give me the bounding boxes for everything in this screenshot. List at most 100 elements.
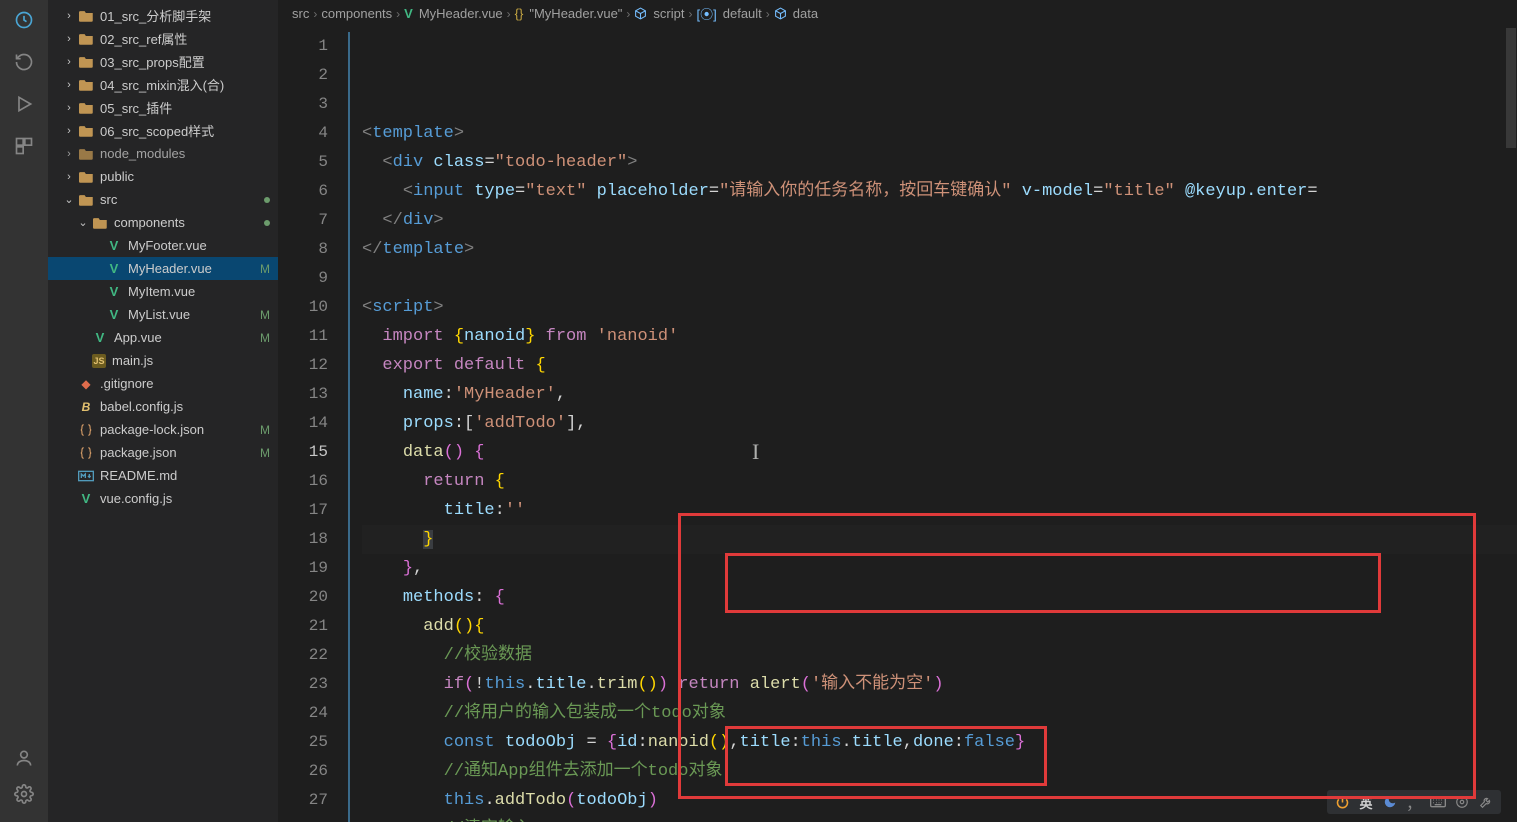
tree-item-myheader-vue[interactable]: VMyHeader.vueM [48,257,278,280]
tree-item-06_src_scoped-[interactable]: ›06_src_scoped样式 [48,119,278,142]
tree-item-main-js[interactable]: JS main.js [48,349,278,372]
tree-item-mylist-vue[interactable]: VMyList.vueM [48,303,278,326]
file-explorer[interactable]: ›01_src_分析脚手架›02_src_ref属性›03_src_props配… [48,0,278,822]
line-number: 4 [278,119,328,148]
line-number: 3 [278,90,328,119]
breadcrumb-segment[interactable]: VMyHeader.vue [404,6,503,21]
tree-item-node_modules[interactable]: ›node_modules [48,142,278,165]
tree-item-label: 05_src_插件 [100,98,270,117]
chevron-icon: › [62,10,76,22]
line-number: 27 [278,786,328,815]
ime-status-bar[interactable]: 英 ， [1327,790,1501,814]
settings-icon[interactable] [12,782,36,806]
extensions-icon[interactable] [12,134,36,158]
code-line[interactable] [362,264,1517,293]
tree-item-components[interactable]: ⌄components [48,211,278,234]
breadcrumb-segment[interactable]: src [292,6,309,21]
ime-language-label[interactable]: 英 [1357,793,1375,811]
tree-item-label: MyList.vue [128,307,256,322]
folder-icon [78,100,94,116]
code-line[interactable]: methods: { [362,583,1517,612]
wrench-icon[interactable] [1477,793,1495,811]
tree-item-babel-config-js[interactable]: Bbabel.config.js [48,395,278,418]
folder-icon [78,192,94,208]
code-line[interactable]: return { [362,467,1517,496]
code-line[interactable]: //校验数据 [362,641,1517,670]
ime-power-icon[interactable] [1333,793,1351,811]
breadcrumb-segment[interactable]: data [774,6,818,21]
code-line[interactable]: export default { [362,351,1517,380]
code-line[interactable]: </template> [362,235,1517,264]
refresh-icon[interactable] [12,50,36,74]
code-line[interactable]: add(){ [362,612,1517,641]
folder-icon [78,123,94,139]
tree-item-app-vue[interactable]: VApp.vueM [48,326,278,349]
breadcrumb-segment[interactable]: script [634,6,684,21]
editor-area: src›components›VMyHeader.vue›{}"MyHeader… [278,0,1517,822]
code-line[interactable]: <template> [362,119,1517,148]
breadcrumb-segment[interactable]: {}"MyHeader.vue" [515,6,623,21]
vue-icon: V [106,284,122,300]
scrollbar-thumb[interactable] [1506,28,1516,148]
code-line[interactable]: <div class="todo-header"> [362,148,1517,177]
js-icon: JS [92,354,106,368]
code-line[interactable]: props:['addTodo'], [362,409,1517,438]
moon-icon[interactable] [1381,793,1399,811]
breadcrumb-segment[interactable]: [⦿]default [696,4,761,23]
tree-item-01_src_-[interactable]: ›01_src_分析脚手架 [48,4,278,27]
code-editor[interactable]: 1234567891011121314151617181920212223242… [278,28,1517,822]
code-line[interactable]: <script> [362,293,1517,322]
vertical-scrollbar[interactable] [1503,28,1517,822]
tree-item-label: 06_src_scoped样式 [100,121,270,140]
tree-item-public[interactable]: ›public [48,165,278,188]
chevron-icon: › [62,102,76,114]
account-icon[interactable] [12,746,36,770]
tree-item-myfooter-vue[interactable]: VMyFooter.vue [48,234,278,257]
tree-item-label: package-lock.json [100,422,256,437]
tree-item-readme-md[interactable]: README.md [48,464,278,487]
code-line[interactable]: import {nanoid} from 'nanoid' [362,322,1517,351]
folder-icon [78,31,94,47]
ime-settings-icon[interactable] [1453,793,1471,811]
code-line[interactable]: title:'' [362,496,1517,525]
line-number: 9 [278,264,328,293]
breadcrumb[interactable]: src›components›VMyHeader.vue›{}"MyHeader… [278,0,1517,28]
code-line[interactable]: //将用户的输入包装成一个todo对象 [362,699,1517,728]
breadcrumb-segment[interactable]: components [321,6,392,21]
chevron-icon: › [62,79,76,91]
tree-item-03_src_props-[interactable]: ›03_src_props配置 [48,50,278,73]
code-line[interactable]: name:'MyHeader', [362,380,1517,409]
tree-item-package-json[interactable]: package.jsonM [48,441,278,464]
chevron-icon: ⌄ [76,216,90,229]
code-line[interactable]: } [362,525,1517,554]
tree-item-label: main.js [112,353,270,368]
code-line[interactable]: data() { [362,438,1517,467]
tree-item-04_src_mixin-[interactable]: ›04_src_mixin混入(合) [48,73,278,96]
line-number: 21 [278,612,328,641]
tree-item--gitignore[interactable]: ◆.gitignore [48,372,278,395]
keyboard-icon[interactable] [1429,793,1447,811]
line-number: 15 [278,438,328,467]
tree-item-02_src_ref-[interactable]: ›02_src_ref属性 [48,27,278,50]
tree-item-package-lock-json[interactable]: package-lock.jsonM [48,418,278,441]
chevron-icon: ⌄ [62,193,76,206]
tree-item-05_src_-[interactable]: › 05_src_插件 [48,96,278,119]
code-lines[interactable]: I <template> <div class="todo-header"> <… [362,28,1517,822]
chevron-icon: › [62,148,76,160]
code-line[interactable]: const todoObj = {id:nanoid(),title:this.… [362,728,1517,757]
tree-item-vue-config-js[interactable]: Vvue.config.js [48,487,278,510]
debug-icon[interactable] [12,92,36,116]
code-line[interactable]: //通知App组件去添加一个todo对象 [362,757,1517,786]
code-line[interactable]: </div> [362,206,1517,235]
json-icon [78,445,94,461]
code-line[interactable]: if(!this.title.trim()) return alert('输入不… [362,670,1517,699]
modified-dot-icon [264,220,270,226]
code-line[interactable]: //清空输入 [362,815,1517,822]
code-line[interactable]: <input type="text" placeholder="请输入你的任务名… [362,177,1517,206]
line-number: 11 [278,322,328,351]
tree-item-src[interactable]: ⌄src [48,188,278,211]
comma-icon[interactable]: ， [1405,793,1423,811]
clock-icon[interactable] [12,8,36,32]
tree-item-myitem-vue[interactable]: VMyItem.vue [48,280,278,303]
code-line[interactable]: }, [362,554,1517,583]
